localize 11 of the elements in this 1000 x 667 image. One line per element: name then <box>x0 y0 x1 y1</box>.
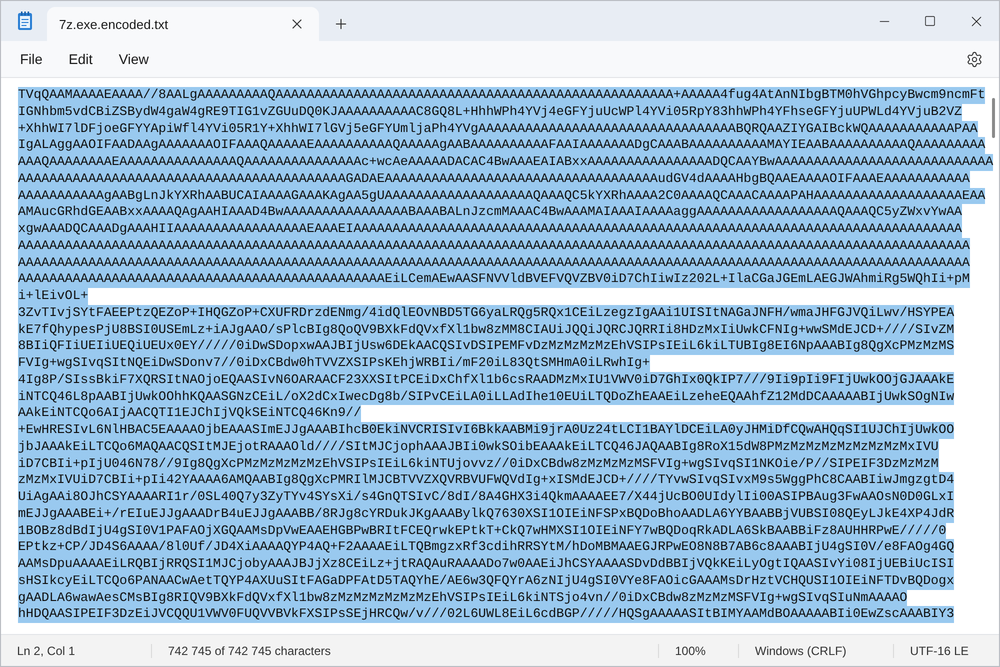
encoding: UTF-16 LE <box>893 644 999 658</box>
cursor-position: Ln 2, Col 1 <box>16 644 76 658</box>
line-ending: Windows (CRLF) <box>738 644 893 658</box>
notepad-icon <box>17 11 33 31</box>
scrollbar-thumb[interactable] <box>992 98 995 138</box>
zoom-level: 100% <box>658 644 738 658</box>
document-tab[interactable]: 7z.exe.encoded.txt <box>47 7 319 41</box>
menu-item[interactable]: File <box>7 46 56 72</box>
menu-item[interactable]: View <box>106 46 162 72</box>
menu-item[interactable]: Edit <box>56 46 106 72</box>
character-count: 742 745 of 742 745 characters <box>151 644 347 658</box>
